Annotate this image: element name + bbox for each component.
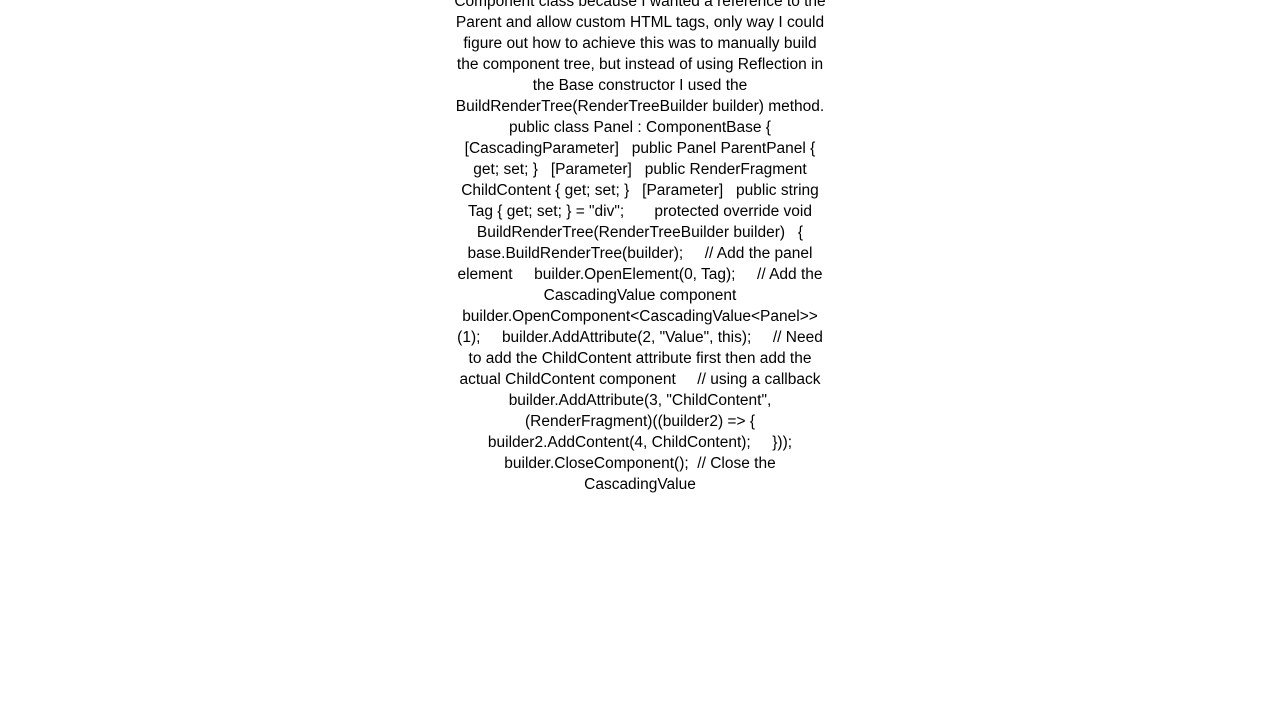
code-answer-text: Component class because I wanted a refer… <box>454 0 843 493</box>
page-viewport: Component class because I wanted a refer… <box>0 0 1280 720</box>
content-column: Component class because I wanted a refer… <box>454 0 827 495</box>
